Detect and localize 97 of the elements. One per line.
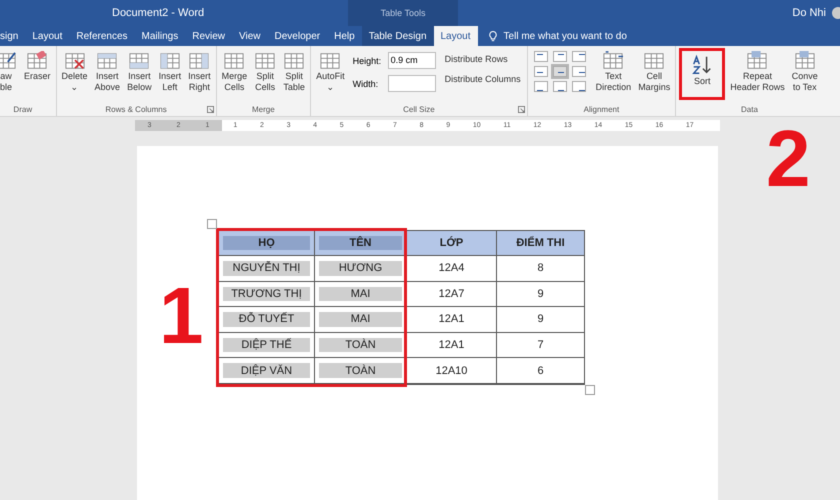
ribbon-tab[interactable]: Mailings [134,26,186,46]
ribbon-button[interactable]: Eraser [21,48,54,85]
column-header: HỌ [223,236,310,250]
table-cell: 9 [537,313,544,326]
table-cell: MAI [319,312,402,327]
ribbon-tab[interactable]: Help [327,26,362,46]
ribbon-tab[interactable]: References [69,26,135,46]
table-cell: TOÀN [319,338,402,352]
table-grid-icon [602,51,624,71]
table-cell: MAI [319,286,402,302]
table-delete-icon [64,51,86,71]
ribbon-button[interactable]: Insert Left [156,48,184,96]
table-cell: DIỆP VĂN [223,363,310,378]
table-cell: 12A7 [438,288,464,300]
width-field[interactable] [388,75,436,92]
eraser-icon [26,51,48,71]
ribbon-button[interactable]: Cell Margins [635,48,674,96]
user-name: Do Nhi [792,7,826,19]
ribbon-tab[interactable]: sign [0,26,26,46]
table-move-handle[interactable] [207,219,217,229]
column-header: LỚP [440,237,464,249]
table-cell: ĐỖ TUYẾT [223,312,310,327]
dialog-launcher-icon[interactable] [518,106,525,113]
ribbon-button[interactable]: Delete ⌄ [58,48,91,96]
table-cell: 12A1 [438,339,464,352]
sort-icon [691,54,714,76]
step-number: 2 [766,119,810,199]
table-cell: TRƯƠNG THỊ [223,286,310,302]
table-grid-icon [158,51,181,71]
align-cell-icon[interactable] [534,66,548,77]
lightbulb-icon [488,30,498,42]
table-cell: 8 [537,262,544,274]
ribbon-tab[interactable]: Layout [25,26,70,46]
table-cell: HƯƠNG [319,261,402,276]
table-cell: DIỆP THẾ [223,338,310,352]
ribbon-tab[interactable]: Table Design [362,26,434,46]
context-label: Table Tools [348,0,458,26]
align-cell-icon[interactable] [552,81,567,92]
ribbon-tab[interactable]: Layout [434,26,478,46]
step-number: 1 [159,276,204,356]
ribbon-button[interactable]: Insert Above [92,48,124,96]
align-cell-icon[interactable] [552,66,567,77]
align-cell-icon[interactable] [534,51,548,62]
ribbon-tab[interactable]: View [232,26,268,46]
table-grid-icon [188,51,210,71]
align-cell-icon[interactable] [534,81,548,92]
group-label: Draw [13,105,32,114]
table-grid-icon [746,51,768,71]
table-cell: 6 [537,364,544,377]
align-cell-icon[interactable] [572,51,586,62]
table-grid-icon [254,51,276,71]
window-title: Document2 - Word [112,7,204,19]
table-grid-icon [128,51,150,71]
height-field[interactable]: 0.9 cm [388,52,436,69]
group-label: Data [741,105,758,114]
ribbon-tab[interactable]: Review [185,26,232,46]
ribbon-button[interactable]: Conve to Tex [788,48,821,96]
align-cell-icon[interactable] [572,81,586,92]
table-grid-icon [794,51,816,71]
table-cell: TOÀN [319,363,402,378]
table-cell: 9 [537,288,544,300]
group-label: Rows & Columns [105,105,167,114]
ribbon-button[interactable]: Text Direction [592,48,634,96]
table-grid-icon [223,51,246,71]
ribbon-button[interactable]: Insert Below [124,48,155,96]
table-resize-handle[interactable] [585,384,595,395]
align-cell-icon[interactable] [552,51,567,62]
table-cell: 7 [537,339,544,352]
table-grid-icon [283,51,306,71]
tell-me-search[interactable]: Tell me what you want to do [504,30,627,42]
dialog-launcher-icon[interactable] [206,106,214,113]
table-cell: NGUYỄN THỊ [223,261,310,276]
ribbon-button[interactable]: Split Table [280,48,308,96]
ribbon-button[interactable]: Split Cells [251,48,280,96]
ribbon-button[interactable]: AutoFit ⌄ [313,48,348,96]
height-label: Height: [352,56,382,66]
group-label: Alignment [584,105,620,114]
ribbon-button[interactable]: Insert Right [185,48,214,96]
width-label: Width: [352,78,380,88]
distribute-button[interactable]: Distribute Columns [444,72,521,86]
ribbon-button[interactable]: Repeat Header Rows [727,48,788,96]
align-cell-icon[interactable] [572,66,586,77]
ribbon-button[interactable]: aw ble [0,48,20,96]
table-cell: 12A10 [436,364,468,377]
table-cell: 12A4 [438,262,464,274]
distribute-button[interactable]: Distribute Rows [444,52,521,66]
table-grid-icon [96,51,118,71]
table-grid-icon [643,51,666,71]
table-grid-icon [319,51,342,71]
ribbon-tab[interactable]: Developer [268,26,328,46]
column-header: TÊN [319,236,402,250]
column-header: ĐIỂM THI [516,237,565,249]
ribbon-button[interactable]: Merge Cells [218,48,250,96]
ribbon-button[interactable]: Sort [679,48,726,100]
group-label: Merge [252,105,275,114]
table-cell: 12A1 [438,313,464,326]
group-label: Cell Size [403,105,435,114]
